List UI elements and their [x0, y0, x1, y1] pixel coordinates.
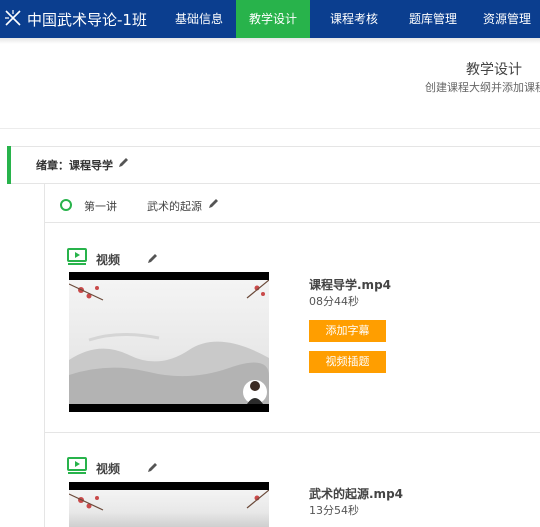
video-item-divider — [44, 432, 540, 433]
video-duration: 08分44秒 — [309, 295, 359, 308]
nav-basic-info[interactable]: 基础信息 — [163, 0, 235, 38]
logo-icon — [5, 10, 21, 26]
video-icon — [67, 457, 87, 474]
video-thumbnail[interactable] — [69, 272, 269, 412]
insert-quiz-button[interactable]: 视频插题 — [309, 351, 386, 373]
video-file-name: 武术的起源.mp4 — [309, 487, 404, 501]
chapter-title: 绪章：课程导学 — [36, 159, 113, 172]
lecture-name: 武术的起源 — [147, 200, 202, 213]
video-type-label: 视频 — [96, 253, 121, 267]
nav-resource-management[interactable]: 资源管理 — [474, 0, 540, 38]
chapter-accent-bar — [7, 146, 11, 184]
header-divider — [0, 128, 540, 129]
lecture-edit-pencil-icon[interactable] — [207, 197, 220, 210]
nav-question-bank[interactable]: 题库管理 — [397, 0, 469, 38]
lecture-number: 第一讲 — [84, 200, 117, 213]
video-thumbnail[interactable] — [69, 482, 269, 527]
top-nav-bar: 中国武术导论-1班 基础信息 教学设计 课程考核 题库管理 资源管理 — [0, 0, 540, 38]
ink-landscape-icon — [69, 279, 269, 404]
nav-shadow — [0, 38, 540, 44]
chapter-edit-pencil-icon[interactable] — [117, 156, 130, 169]
page-subtitle: 创建课程大纲并添加课程 — [425, 81, 540, 94]
video-file-name: 课程导学.mp4 — [309, 278, 392, 292]
add-subtitle-button[interactable]: 添加字幕 — [309, 320, 386, 342]
lecture-divider — [44, 222, 540, 223]
nav-course-assessment[interactable]: 课程考核 — [318, 0, 390, 38]
page-title: 教学设计 — [466, 62, 522, 78]
course-title: 中国武术导论-1班 — [27, 11, 147, 29]
ink-landscape-icon — [69, 489, 269, 511]
video-duration: 13分54秒 — [309, 504, 359, 517]
nav-teaching-design[interactable]: 教学设计 — [236, 0, 310, 38]
video-type-label: 视频 — [96, 462, 121, 476]
lecture-status-circle-icon — [60, 199, 72, 211]
video-edit-pencil-icon[interactable] — [146, 461, 159, 474]
video-edit-pencil-icon[interactable] — [146, 252, 159, 265]
video-icon — [67, 248, 87, 265]
